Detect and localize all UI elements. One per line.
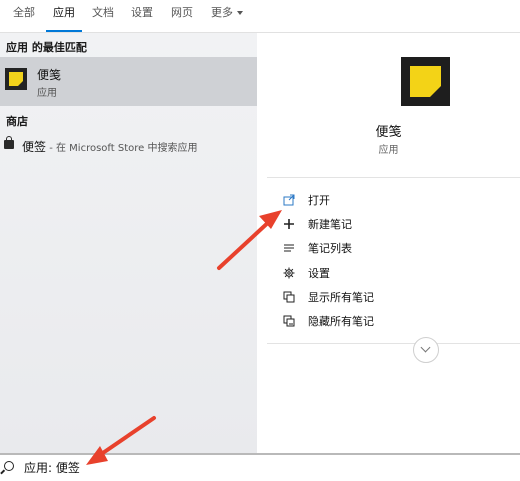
expand-chevron-button[interactable] [413,337,439,363]
tab-more[interactable]: 更多 [211,0,243,32]
tab-more-label: 更多 [211,6,233,19]
action-new-note-label: 新建笔记 [308,218,352,231]
search-scope-tabs: 全部 应用 文档 设置 网页 更多 [0,0,520,33]
action-open-label: 打开 [308,194,330,207]
search-input[interactable]: 应用: 便签 [24,459,80,476]
action-hide-all-notes-label: 隐藏所有笔记 [308,315,374,328]
action-notes-list[interactable]: 笔记列表 [283,238,513,258]
divider [267,177,520,178]
store-result-name: 便签 [22,140,47,154]
hide-notes-icon [283,315,295,327]
show-notes-icon [283,291,295,303]
action-hide-all-notes[interactable]: 隐藏所有笔记 [283,311,513,331]
search-box[interactable]: 应用: 便签 [0,453,520,481]
action-open[interactable]: 打开 [283,190,513,210]
store-heading: 商店 [6,115,28,128]
gear-icon [283,267,295,279]
action-settings[interactable]: 设置 [283,263,513,283]
action-new-note[interactable]: 新建笔记 [283,214,513,234]
list-icon [283,242,295,254]
tab-apps[interactable]: 应用 [46,0,82,32]
action-show-all-notes[interactable]: 显示所有笔记 [283,287,513,307]
best-match-item[interactable]: 便笺 应用 [0,57,257,106]
tab-documents[interactable]: 文档 [92,0,114,32]
store-bag-icon [4,136,14,149]
plus-icon [283,218,295,230]
action-show-all-notes-label: 显示所有笔记 [308,291,374,304]
best-match-type: 应用 [37,88,57,99]
tab-settings[interactable]: 设置 [131,0,153,32]
results-pane: 应用 的最佳匹配 便笺 应用 商店 便签 - 在 Microsoft Store… [0,33,257,453]
store-result-suffix: - 在 Microsoft Store 中搜索应用 [46,143,198,154]
best-match-heading: 应用 的最佳匹配 [6,41,87,54]
preview-app-name: 便笺 [375,125,402,140]
preview-app-type: 应用 [378,145,399,156]
action-notes-list-label: 笔记列表 [308,242,352,255]
preview-pane: 便笺 应用 打开 新建笔记 笔记列表 设置 显示所有笔记 隐藏所有笔记 [257,33,520,453]
search-icon [4,461,14,471]
best-match-name: 便笺 [37,68,62,82]
sticky-notes-icon [5,68,27,90]
sticky-notes-large-icon [401,57,450,106]
chevron-down-icon [237,11,243,15]
divider [267,343,520,344]
store-result-item[interactable]: 便签 - 在 Microsoft Store 中搜索应用 [0,135,257,155]
open-window-icon [283,194,295,206]
tab-all[interactable]: 全部 [13,0,35,32]
action-settings-label: 设置 [308,267,330,280]
tab-web[interactable]: 网页 [171,0,193,32]
